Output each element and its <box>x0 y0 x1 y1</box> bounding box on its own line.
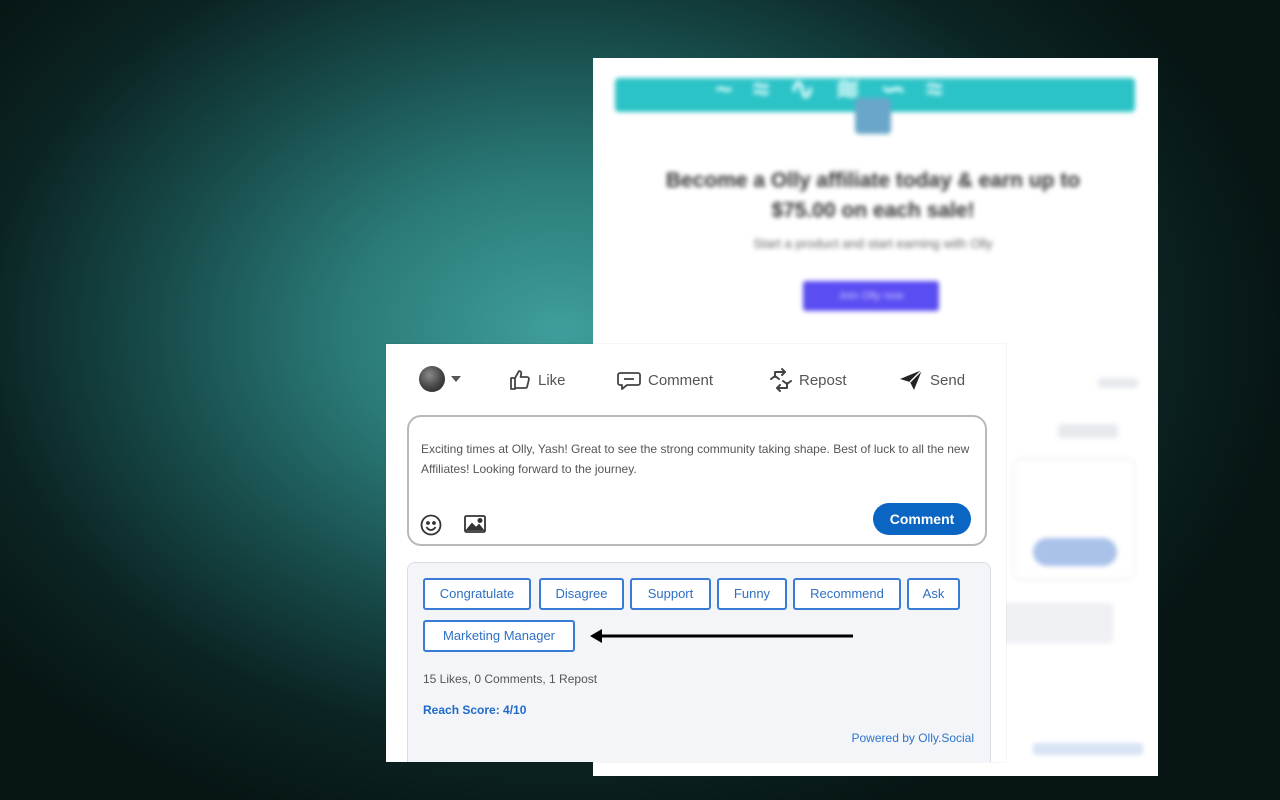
repost-label: Repost <box>799 371 847 389</box>
chip-congratulate[interactable]: Congratulate <box>423 578 531 610</box>
avatar[interactable] <box>419 366 445 392</box>
reach-score: Reach Score: 4/10 <box>423 703 527 717</box>
background-faint-text <box>1098 378 1138 388</box>
chip-ask[interactable]: Ask <box>907 578 960 610</box>
chip-disagree[interactable]: Disagree <box>539 578 624 610</box>
chip-marketing-manager[interactable]: Marketing Manager <box>423 620 575 652</box>
comment-submit-button[interactable]: Comment <box>873 503 971 535</box>
background-subtext: Start a product and start earning with O… <box>753 236 993 251</box>
emoji-icon[interactable] <box>419 513 443 542</box>
send-label: Send <box>930 371 966 389</box>
background-pill-button <box>1033 538 1117 566</box>
chip-support[interactable]: Support <box>630 578 711 610</box>
background-logo <box>855 98 891 134</box>
comment-icon <box>617 372 641 390</box>
repost-button[interactable]: Repost <box>769 365 847 395</box>
like-button[interactable]: Like <box>508 365 566 395</box>
comment-input[interactable]: Exciting times at Olly, Yash! Great to s… <box>421 439 981 479</box>
background-faint-link <box>1033 743 1143 755</box>
comment-action-label: Comment <box>648 371 714 389</box>
comment-editor[interactable]: Exciting times at Olly, Yash! Great to s… <box>407 415 987 546</box>
powered-by-link[interactable]: Powered by Olly.Social <box>852 731 975 745</box>
engagement-stats: 15 Likes, 0 Comments, 1 Repost <box>423 672 598 686</box>
arrow-left-icon <box>590 629 853 643</box>
background-faint-panel <box>1003 603 1113 643</box>
send-icon <box>900 369 923 390</box>
chevron-down-icon[interactable] <box>451 376 461 382</box>
comment-action-button[interactable]: Comment <box>616 365 713 395</box>
repost-icon <box>770 368 792 392</box>
background-faint-action <box>1058 424 1118 438</box>
chip-recommend[interactable]: Recommend <box>793 578 901 610</box>
comment-card: Like Comment Repost Send Exciting times … <box>386 344 1006 762</box>
thumbs-up-icon <box>510 370 530 390</box>
like-label: Like <box>538 371 566 389</box>
action-bar: Like Comment Repost Send <box>386 344 1006 414</box>
suggestion-panel: Congratulate Disagree Support Funny Reco… <box>407 562 991 762</box>
avatar-selector[interactable] <box>419 366 461 392</box>
background-cta-button: Join Olly now <box>803 281 939 311</box>
background-headline: Become a Olly affiliate today & earn up … <box>665 169 1081 222</box>
image-icon[interactable] <box>463 513 487 540</box>
send-button[interactable]: Send <box>898 365 965 395</box>
chip-funny[interactable]: Funny <box>717 578 787 610</box>
